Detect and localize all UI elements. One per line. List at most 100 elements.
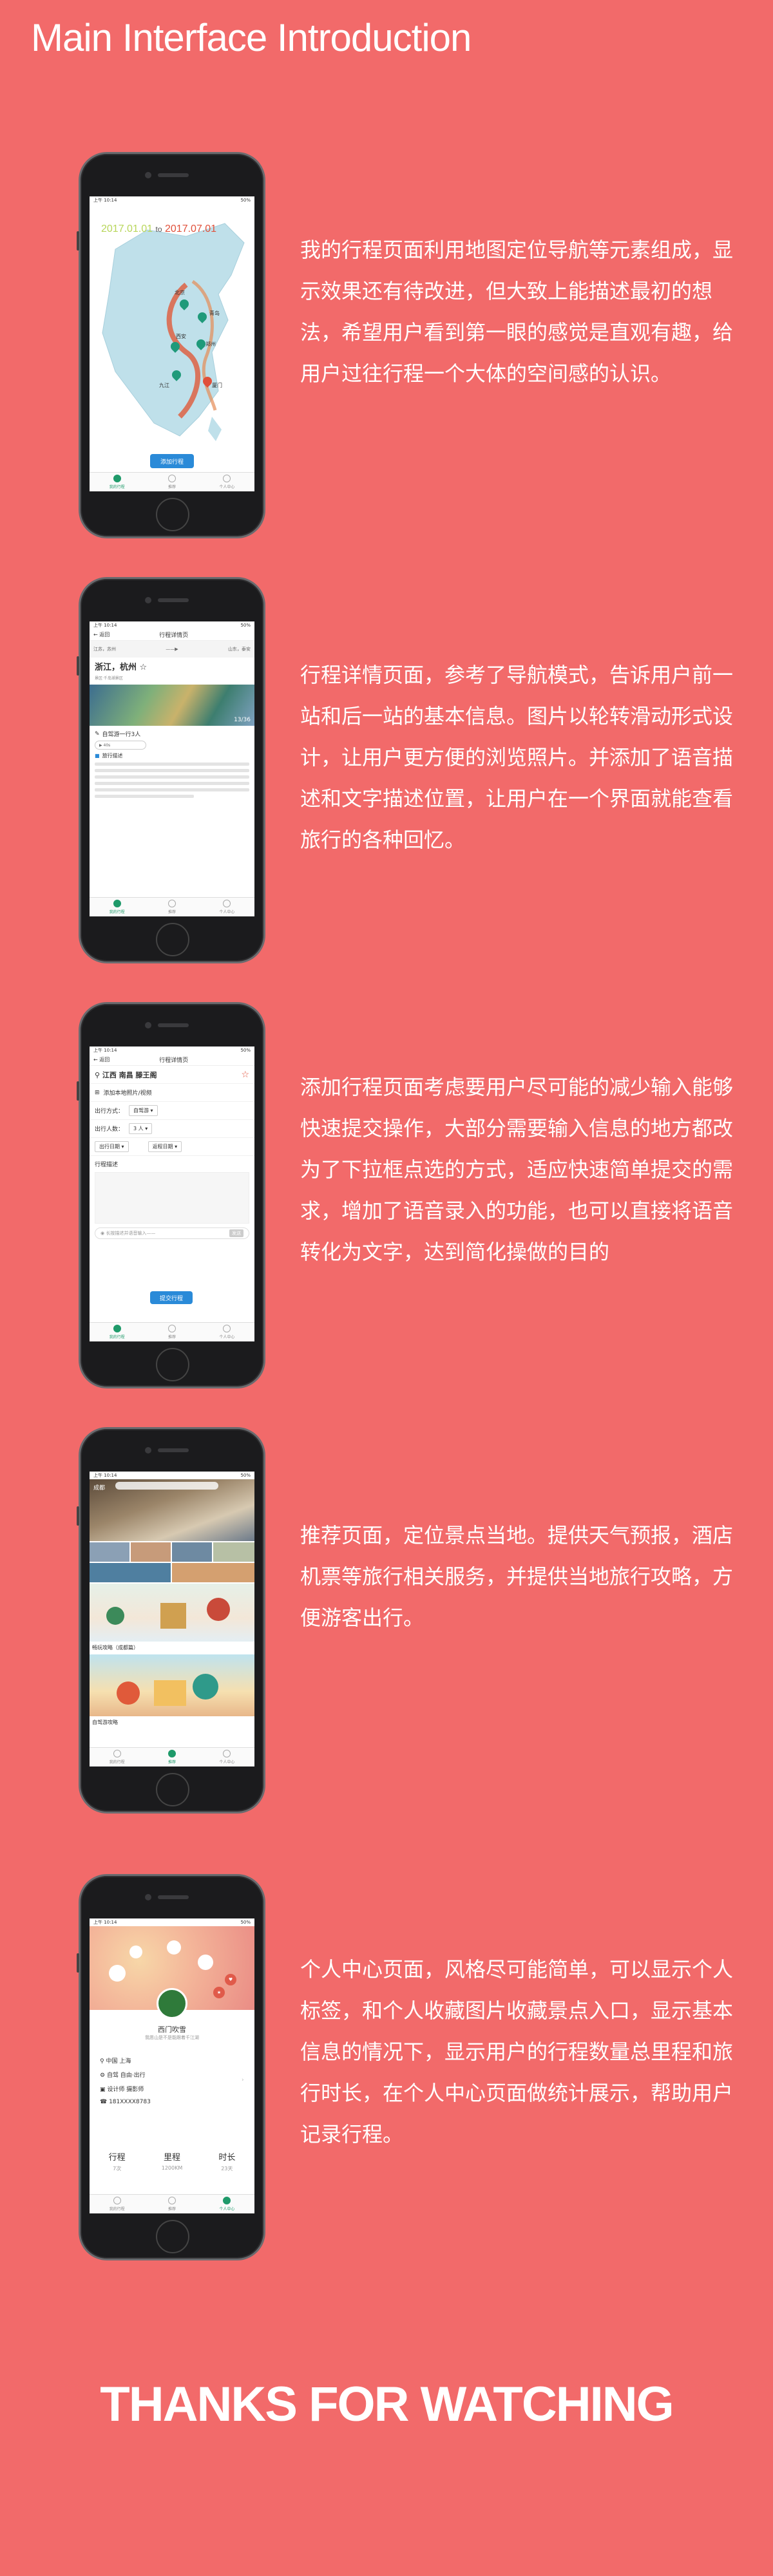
photo-carousel[interactable]: 13/36 (90, 685, 254, 726)
phone-camera (145, 597, 151, 603)
tab-recommend[interactable]: 推荐 (144, 473, 199, 491)
star-icon[interactable]: ☆ (241, 1070, 249, 1080)
tab-recommend[interactable]: 推荐 (144, 1748, 199, 1766)
voice-note[interactable]: ▶ 40s (95, 741, 146, 750)
trip-map[interactable]: 2017.01.01 to 2017.07.01 北京 青岛 西安 郑州 九江 … (90, 204, 254, 472)
tab-profile[interactable]: 个人中心 (200, 2195, 254, 2213)
phone-side-button (77, 1506, 79, 1526)
avatar[interactable] (157, 1988, 187, 2019)
tab-my-trips[interactable]: 我的行程 (90, 1323, 144, 1341)
guide-card-image[interactable] (90, 1654, 254, 1716)
phone-mockup: 上午 10:14 50% 2017.01.01 to 2017.07.01 北京 (77, 152, 265, 538)
guide-caption[interactable]: 自驾游攻略 (92, 1719, 118, 1726)
profile-name: 西门吹雪 (158, 2025, 186, 2034)
phone-camera (145, 172, 151, 178)
tab-my-trips[interactable]: 我的行程 (90, 898, 144, 916)
status-bar: 上午 10:14 50% (90, 196, 254, 204)
phone-speaker (158, 1448, 189, 1452)
home-button (156, 498, 189, 531)
home-button (156, 2220, 189, 2253)
screen-recommend: 上午 10:1450% 成都 畅玩攻略（成都篇） 自驾游攻略 我的行程 推荐 (90, 1472, 254, 1766)
trips-icon (113, 1325, 121, 1332)
city-label: 九江 (159, 383, 169, 388)
submit-trip-button[interactable]: 提交行程 (150, 1291, 193, 1304)
route-to[interactable]: 山东，泰安 (228, 646, 251, 652)
tab-profile[interactable]: 个人中心 (200, 1748, 254, 1766)
section-add-trip: 上午 10:14 50% ← 返回 行程详情页 ⚲ 江西 南昌 滕王阁 ☆ ⊞ 添… (0, 1002, 773, 1388)
trips-icon (113, 475, 121, 482)
phone-side-button (77, 231, 79, 251)
status-bar: 上午 10:14 50% (90, 1918, 254, 1926)
recommend-icon (167, 475, 176, 482)
trips-icon (113, 2197, 121, 2204)
city-label[interactable]: 成都 (93, 1483, 105, 1492)
back-button[interactable]: ← 返回 (93, 1056, 110, 1063)
note-icon: ■ (95, 753, 100, 759)
add-trip-button[interactable]: 添加行程 (150, 454, 194, 468)
tags-row: ⚙ 自驾 自由·出行 (100, 2072, 146, 2079)
service-tile[interactable] (172, 1542, 212, 1562)
service-tile[interactable] (90, 1542, 129, 1562)
tab-profile[interactable]: 个人中心 (200, 898, 254, 916)
phone-camera (145, 1447, 151, 1454)
tab-recommend[interactable]: 推荐 (144, 1323, 199, 1341)
phone-icon: ☎ (100, 2099, 110, 2105)
profile-icon (223, 2197, 231, 2204)
guide-caption[interactable]: 畅玩攻略（成都篇） (92, 1644, 138, 1651)
nav-bar: ← 返回 行程详情页 (90, 629, 254, 641)
date-to: to (155, 225, 162, 234)
phone-speaker (158, 1895, 189, 1899)
note-textarea[interactable] (95, 1172, 249, 1224)
chevron-right-icon[interactable]: › (242, 2077, 244, 2083)
send-button[interactable]: 发送 (229, 1229, 243, 1237)
back-button[interactable]: ← 返回 (93, 631, 110, 638)
tab-my-trips[interactable]: 我的行程 (90, 2195, 144, 2213)
guide-card-image[interactable] (90, 1584, 254, 1642)
thanks-heading: THANKS FOR WATCHING (100, 2377, 674, 2432)
add-photo-row[interactable]: ⊞ 添加本地照片/视频 (90, 1084, 254, 1102)
tab-bar: 我的行程 推荐 个人中心 (90, 897, 254, 916)
phone-camera (145, 1022, 151, 1028)
route-from[interactable]: 江苏，苏州 (93, 646, 116, 652)
section-description: 添加行程页面考虑要用户尽可能的减少输入能够快速提交操作，大部分需要输入信息的地方… (300, 1075, 734, 1264)
china-map (102, 223, 245, 441)
tag-bubble[interactable] (167, 1940, 181, 1955)
text-line (95, 795, 194, 798)
tab-recommend[interactable]: 推荐 (144, 2195, 199, 2213)
location-pin-icon: ⚲ (95, 1070, 102, 1079)
tab-my-trips[interactable]: 我的行程 (90, 1748, 144, 1766)
start-date-select[interactable]: 出行日期 ▾ (95, 1141, 129, 1152)
service-tile[interactable] (131, 1542, 171, 1562)
service-tile[interactable] (172, 1563, 254, 1582)
section-trip-detail: 上午 10:14 50% ← 返回 行程详情页 江苏，苏州 ——▶ 山东，泰安 浙… (0, 577, 773, 963)
tag-bubble[interactable] (129, 1946, 142, 1958)
phone-side-button (77, 656, 79, 676)
tag-bubble[interactable] (109, 1965, 126, 1982)
nav-bar: ← 返回 行程详情页 (90, 1054, 254, 1066)
star-icon[interactable]: ★ (213, 1987, 225, 1998)
service-tile[interactable] (213, 1542, 254, 1562)
return-date-select[interactable]: 返程日期 ▾ (148, 1141, 182, 1152)
heart-icon[interactable]: ♥ (225, 1974, 236, 1985)
star-icon[interactable]: ☆ (140, 663, 148, 672)
status-bar: 上午 10:14 50% (90, 621, 254, 629)
text-line (95, 769, 249, 772)
section-recommend: 上午 10:1450% 成都 畅玩攻略（成都篇） 自驾游攻略 我的行程 推荐 (0, 1427, 773, 1814)
location-row[interactable]: ⚲ 江西 南昌 滕王阁 ☆ (90, 1066, 254, 1084)
service-tile[interactable] (90, 1563, 171, 1582)
tab-profile[interactable]: 个人中心 (200, 473, 254, 491)
voice-input[interactable]: ◉ 长按描述并语音输入—— 发送 (95, 1227, 249, 1239)
photo-counter: 13/36 (234, 717, 251, 723)
people-select[interactable]: 3 人 ▾ (129, 1123, 153, 1134)
phone-mockup: 上午 10:14 50% ← 返回 行程详情页 ⚲ 江西 南昌 滕王阁 ☆ ⊞ 添… (77, 1002, 265, 1388)
travel-mode-select[interactable]: 自驾游 ▾ (129, 1105, 158, 1116)
companion-row: ✎ 自驾游一行3人 (95, 730, 141, 739)
tab-profile[interactable]: 个人中心 (200, 1323, 254, 1341)
tab-recommend[interactable]: 推荐 (144, 898, 199, 916)
banner-image[interactable]: 成都 (90, 1479, 254, 1541)
search-input[interactable] (115, 1482, 218, 1490)
tag-bubble[interactable] (198, 1955, 213, 1970)
text-line (95, 775, 249, 779)
tab-my-trips[interactable]: 我的行程 (90, 473, 144, 491)
profile-icon (223, 475, 231, 482)
